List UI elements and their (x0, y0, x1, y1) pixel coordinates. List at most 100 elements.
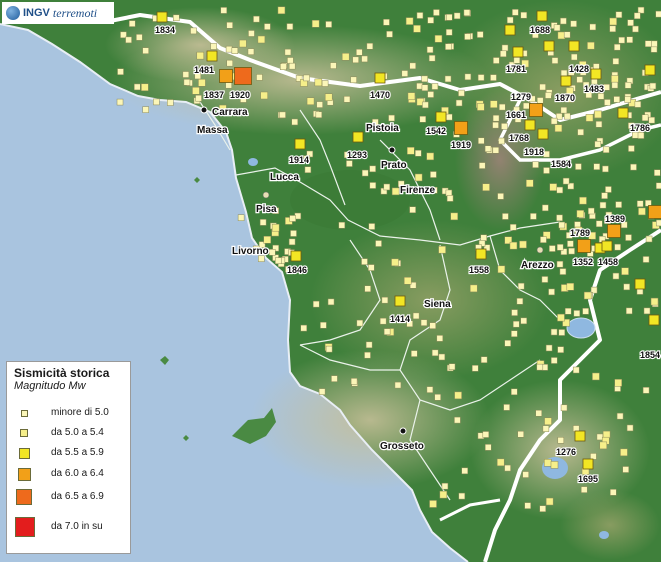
legend-row-5: da 6.5 a 6.9 (15, 488, 104, 506)
earthquake-marker (563, 112, 571, 120)
earthquake-marker (156, 11, 168, 23)
earthquake-marker (564, 308, 572, 315)
earthquake-marker (277, 6, 286, 15)
earthquake-marker (615, 11, 623, 18)
earthquake-marker (448, 363, 456, 370)
year-label: 1481 (194, 65, 214, 75)
earthquake-marker (453, 12, 461, 20)
earthquake-marker (439, 490, 448, 499)
earthquake-marker (513, 57, 521, 64)
earthquake-marker (615, 201, 622, 208)
city-label-livorno: Livorno (232, 246, 269, 257)
earthquake-marker (560, 75, 572, 87)
year-label: 1276 (556, 447, 576, 457)
earthquake-marker (484, 145, 492, 152)
earthquake-marker (641, 114, 649, 122)
city-label-carrara: Carrara (212, 107, 248, 118)
earthquake-marker (391, 187, 400, 196)
earthquake-marker (426, 46, 434, 53)
earthquake-marker (500, 50, 507, 58)
earthquake-marker (523, 102, 530, 110)
earthquake-marker (548, 288, 555, 296)
earthquake-marker (536, 97, 544, 104)
earthquake-marker (315, 111, 323, 118)
earthquake-marker (248, 30, 255, 37)
earthquake-marker (352, 131, 364, 143)
earthquake-marker (650, 297, 659, 306)
earthquake-marker (568, 247, 575, 255)
earthquake-marker (394, 381, 402, 389)
earthquake-marker (361, 169, 369, 177)
earthquake-marker (361, 55, 368, 63)
seismicity-map: Carrara Massa Pistoia Prato Lucca Pisa F… (0, 0, 661, 562)
earthquake-marker (284, 48, 292, 56)
earthquake-marker (493, 57, 500, 64)
earthquake-marker (464, 73, 472, 81)
legend-label: da 7.0 in su (51, 521, 103, 532)
earthquake-marker (433, 9, 440, 16)
earthquake-marker (612, 58, 620, 65)
year-label: 1470 (370, 90, 390, 100)
earthquake-marker (409, 206, 416, 213)
year-label: 1458 (598, 257, 618, 267)
earthquake-marker (644, 64, 656, 76)
earthquake-marker (556, 214, 563, 222)
earthquake-marker (256, 74, 263, 81)
earthquake-marker (422, 101, 429, 109)
earthquake-marker (656, 182, 661, 190)
earthquake-marker (543, 40, 555, 52)
earthquake-marker (375, 240, 382, 247)
earthquake-marker (577, 239, 591, 253)
earthquake-marker (549, 245, 556, 252)
legend-label: da 6.0 a 6.4 (51, 468, 104, 479)
year-label: 1837 (204, 90, 224, 100)
earthquake-marker (463, 9, 471, 16)
earthquake-marker (356, 319, 364, 327)
earthquake-marker (497, 193, 504, 200)
earthquake-marker (117, 68, 124, 75)
earthquake-marker (654, 169, 661, 176)
earthquake-marker (605, 186, 612, 193)
legend-swatch (19, 447, 30, 459)
earthquake-marker (544, 459, 552, 467)
earthquake-marker (504, 24, 516, 36)
earthquake-marker (225, 81, 232, 89)
earthquake-marker (429, 500, 437, 508)
earthquake-marker (542, 425, 550, 432)
earthquake-marker (141, 83, 149, 92)
earthquake-marker (320, 321, 327, 329)
year-label: 1768 (509, 133, 529, 143)
city-label-pisa: Pisa (256, 204, 277, 215)
earthquake-marker (219, 69, 233, 83)
earthquake-marker (446, 14, 453, 21)
earthquake-marker (625, 234, 632, 241)
south-relief (560, 490, 660, 560)
earthquake-marker (638, 207, 646, 216)
legend-label: da 5.0 a 5.4 (51, 427, 104, 438)
earthquake-marker (530, 213, 537, 220)
earthquake-marker (264, 23, 271, 30)
earthquake-marker (341, 53, 350, 61)
year-label: 1661 (506, 110, 526, 120)
earthquake-marker (429, 322, 436, 329)
earthquake-marker (279, 111, 286, 119)
earthquake-marker (454, 391, 462, 400)
earthquake-marker (469, 284, 478, 293)
earthquake-marker (504, 464, 511, 472)
city-dot-grosseto (399, 427, 407, 435)
earthquake-marker (454, 121, 468, 135)
legend-swatch (16, 489, 32, 505)
earthquake-marker (190, 27, 197, 35)
earthquake-marker (511, 309, 518, 316)
earthquake-marker (522, 471, 529, 478)
earthquake-marker (134, 83, 141, 91)
earthquake-marker (478, 162, 486, 169)
earthquake-marker (436, 335, 444, 342)
earthquake-marker (517, 430, 524, 438)
earthquake-marker (607, 224, 621, 238)
earthquake-marker (192, 87, 200, 95)
earthquake-marker (651, 40, 658, 48)
earthquake-marker (198, 79, 206, 87)
earthquake-marker (499, 103, 506, 111)
earthquake-marker (381, 296, 389, 304)
